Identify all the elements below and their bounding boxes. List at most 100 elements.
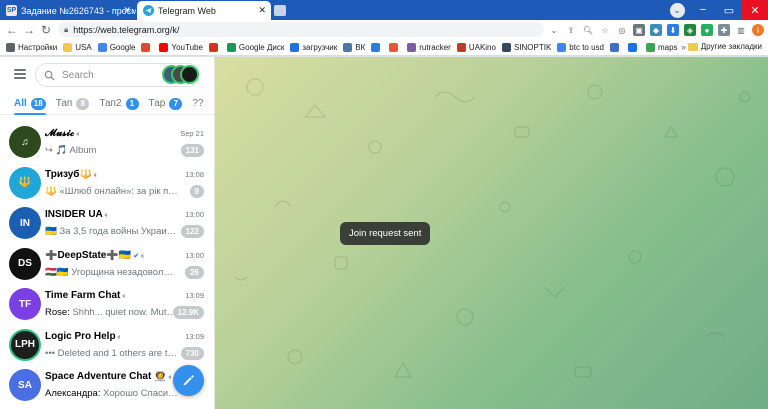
bookmark-item[interactable]: UAKino <box>456 42 496 52</box>
tab-more[interactable]: ?? <box>192 93 203 115</box>
bookmark-item[interactable] <box>389 42 401 52</box>
browser-tab-telegram[interactable]: Telegram Web ✕ <box>137 1 271 20</box>
sidebar-icon[interactable]: ▥ <box>735 24 747 36</box>
chat-preview: Александра: Хорошо Спасибо 🥰 <box>45 388 180 399</box>
bookmark-item[interactable]: USA <box>63 42 92 52</box>
bookmark-item[interactable] <box>208 42 221 52</box>
bookmark-star-icon[interactable]: ☆ <box>599 24 611 36</box>
bookmark-item[interactable]: Google Диск <box>226 42 284 52</box>
folder-tabs: All 18 Тап 8 Тап2 1 Тар 7 ?? <box>0 93 214 115</box>
extension-icon[interactable]: ◈ <box>684 24 696 36</box>
bookmark-icon <box>609 42 619 52</box>
drive-icon <box>226 42 236 52</box>
chat-item-music[interactable]: ♫ 𝓜𝓾𝓼𝓲𝓬 🔈︎ Sep 21 ↪ 🎵 Album 131 <box>0 123 214 164</box>
window-close-button[interactable]: ✕ <box>742 0 768 20</box>
chat-item-logic-pro[interactable]: LPH Logic Pro Help 🔈︎ 13:09 ••• Deleted a… <box>0 326 214 367</box>
muted-icon: 🔈︎ <box>76 131 81 138</box>
bookmark-item[interactable]: Google <box>97 42 135 52</box>
bookmark-item[interactable]: SINOPTIK <box>501 42 551 52</box>
pencil-icon <box>183 375 194 386</box>
puzzle-icon[interactable]: ✚ <box>718 24 730 36</box>
chat-background: Join request sent <box>215 57 768 409</box>
maximize-button[interactable]: ▭ <box>716 0 742 20</box>
close-icon[interactable]: ✕ <box>258 5 266 16</box>
bookmark-item[interactable]: btc to usd <box>557 42 604 52</box>
bookmarks-more-button[interactable]: » <box>681 42 686 52</box>
zoom-icon[interactable]: 🔍︎ <box>582 24 594 36</box>
bookmark-item[interactable]: Настройки <box>6 42 57 52</box>
bookmark-item[interactable] <box>371 42 383 52</box>
chat-item-tryzub[interactable]: 🔱 Тризуб🔱 🔈︎ 13:08 🔱 «Шлюб онлайн»: за рі… <box>0 164 214 205</box>
bookmark-item[interactable]: maps <box>645 42 678 52</box>
chat-item-deepstate[interactable]: DS ➕DeepState➕🇺🇦 ✔ 🔈︎ 13:00 🇭🇺🇺🇦 Угорщина … <box>0 245 214 286</box>
chat-time: Sep 21 <box>180 129 204 138</box>
browser-tab-strip: SP Задание №2626743 - просмотр з ✕ Teleg… <box>0 0 768 20</box>
unread-badge: 7 <box>169 97 183 110</box>
bookmark-item[interactable]: YouTube <box>159 42 203 52</box>
forward-arrow-icon[interactable]: → <box>21 22 37 37</box>
menu-icon[interactable] <box>14 69 26 79</box>
chat-item-insider-ua[interactable]: IN INSIDER UA 🔈︎ 13:00 🇺🇦 За 3,5 года вой… <box>0 204 214 245</box>
bookmark-icon <box>627 42 637 52</box>
url-field[interactable]: 🔒︎ https://web.telegram.org/k/ <box>58 22 544 37</box>
unread-count: 9 <box>189 184 204 198</box>
avatar: 🔱 <box>9 166 41 199</box>
doodle-pattern <box>234 78 751 378</box>
tab-favicon: SP <box>6 5 17 16</box>
chat-preview: ↪ 🎵 Album <box>45 145 97 156</box>
chat-time: 13:09 <box>185 291 204 300</box>
tab-tap2[interactable]: Тап2 1 <box>99 93 139 115</box>
profile-avatar[interactable]: i <box>752 24 764 36</box>
story-avatar[interactable] <box>180 65 199 84</box>
extension-icon[interactable]: ◆ <box>650 24 662 36</box>
back-arrow-icon[interactable]: ← <box>4 22 20 37</box>
stories-strip[interactable] <box>162 65 199 85</box>
chat-preview: 🔱 «Шлюб онлайн»: за рік пона… <box>45 185 180 197</box>
extension-icon[interactable]: ● <box>701 24 713 36</box>
close-icon[interactable]: ✕ <box>123 5 131 16</box>
bookmark-item[interactable]: ВК <box>343 42 365 52</box>
bookmark-item[interactable] <box>141 42 153 52</box>
minimize-button[interactable]: − <box>690 0 716 20</box>
lock-icon: 🔒︎ <box>64 24 69 34</box>
chat-preview: 🇺🇦 За 3,5 года войны Украин… <box>45 226 180 237</box>
folder-icon <box>687 42 698 51</box>
unread-count: 26 <box>185 265 204 279</box>
chat-item-time-farm[interactable]: TF Time Farm Chat 🔈︎ 13:09 Rose: Shhh... … <box>0 285 214 326</box>
chat-time: 13:09 <box>185 331 204 341</box>
muted-icon: 🔈︎ <box>104 212 109 219</box>
chat-name: Space Adventure Chat 👩‍🚀 🔈︎ <box>45 371 173 382</box>
bookmark-item[interactable]: rutracker <box>407 42 451 52</box>
chat-name: 𝓜𝓾𝓼𝓲𝓬 🔈︎ <box>45 128 81 139</box>
avatar: IN <box>9 207 41 239</box>
share-icon[interactable]: ⇪ <box>565 24 577 36</box>
chat-name: Logic Pro Help 🔈︎ <box>45 330 122 342</box>
unread-badge: 18 <box>30 97 46 110</box>
reload-icon[interactable]: ↻ <box>38 22 54 37</box>
bookmark-item[interactable]: загрузчик <box>290 42 337 52</box>
chat-preview: ••• Deleted and 1 others are typ… <box>45 347 180 359</box>
extension-icon[interactable]: ▣ <box>633 24 645 36</box>
globe-icon[interactable]: ◎ <box>616 24 628 36</box>
chat-preview: 🇭🇺🇺🇦 Угорщина незадовол… <box>45 266 173 278</box>
bookmark-item[interactable] <box>627 42 640 52</box>
dropdown-icon[interactable]: ⌄ <box>548 24 560 36</box>
bookmark-icon <box>371 42 381 52</box>
bookmark-icon <box>389 42 399 52</box>
new-tab-button[interactable] <box>274 1 292 20</box>
other-bookmarks-folder[interactable]: Другие закладки <box>687 42 762 51</box>
profile-avatar-icon[interactable]: ⌄ <box>664 0 690 20</box>
tab-all[interactable]: All 18 <box>14 93 46 115</box>
compose-button[interactable] <box>173 365 204 396</box>
browser-tab-task[interactable]: SP Задание №2626743 - просмотр з ✕ <box>0 1 136 20</box>
rutracker-icon <box>407 42 417 52</box>
download-icon[interactable]: ⬇ <box>667 24 679 36</box>
unread-badge: 8 <box>76 97 90 110</box>
telegram-icon <box>143 5 154 16</box>
bookmark-item[interactable] <box>609 42 622 52</box>
telegram-sidebar: Search All 18 Тап 8 Тап2 1 Тар 7 ?? ♫ 𝓜𝓾𝓼𝓲𝓬 🔈… <box>0 57 215 409</box>
tab-tar[interactable]: Тар 7 <box>149 93 183 115</box>
tab-tap[interactable]: Тап 8 <box>56 93 90 115</box>
search-placeholder: Search <box>62 69 94 81</box>
chat-name: ➕DeepState➕🇺🇦 ✔ 🔈︎ <box>45 249 146 261</box>
